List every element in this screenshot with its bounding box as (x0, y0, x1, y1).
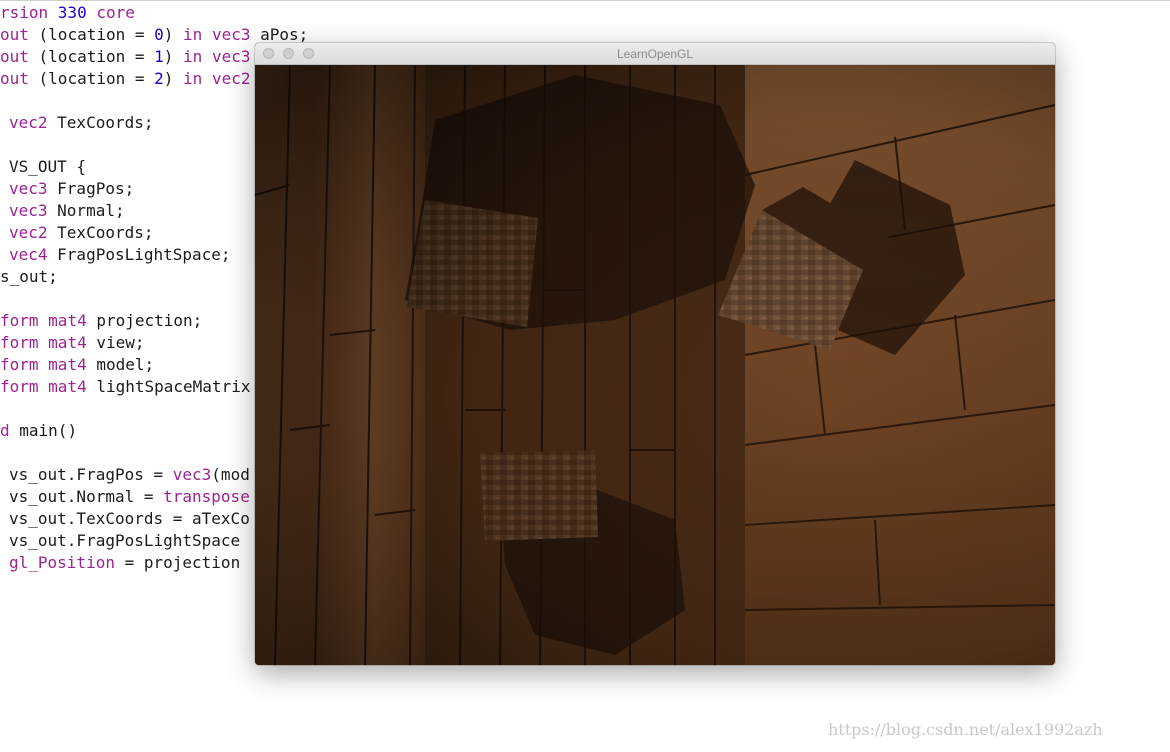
code-token: Normal; (47, 201, 125, 220)
code-token: mat4 (48, 311, 87, 330)
code-token: in (183, 69, 203, 88)
code-token: (location = (28, 69, 155, 88)
code-token: TexCoords; (47, 113, 154, 132)
code-token: out (0, 47, 29, 66)
code-token: vec3 (9, 201, 48, 220)
code-token: vs_out.Normal = (9, 487, 164, 506)
code-token: vs_out.FragPosLightSpace (9, 531, 241, 550)
code-token: form (0, 333, 39, 352)
code-token: 330 (57, 3, 87, 22)
code-token: form (0, 377, 39, 396)
code-token: vs_out.FragPos = (9, 465, 173, 484)
code-token: mat4 (48, 355, 87, 374)
code-token: = projection (114, 553, 241, 572)
code-token: mat4 (48, 333, 87, 352)
code-token: projection; (86, 311, 203, 330)
code-token: (location = (28, 47, 155, 66)
code-token: mat4 (48, 377, 87, 396)
code-token: model; (86, 355, 155, 374)
code-token: form (0, 311, 39, 330)
code-token: vec2 (9, 113, 48, 132)
code-token: FragPosLightSpace; (47, 245, 231, 264)
code-token: (mod (211, 465, 250, 484)
code-token: vec3 (211, 47, 251, 66)
shadow-mapping-scene (255, 65, 1055, 665)
code-token: aPos; (250, 25, 309, 44)
code-token: 1 (154, 47, 164, 66)
code-token: out (0, 25, 29, 44)
code-token: vs_out.TexCoords = aTexCo (9, 509, 250, 528)
code-token: core (86, 3, 135, 22)
code-token: main() (9, 421, 78, 440)
code-token: VS_OUT { (9, 157, 87, 176)
code-token: (location = (28, 25, 155, 44)
code-token: vec3 (172, 465, 212, 484)
code-token: form (0, 355, 39, 374)
learnopengl-window[interactable]: LearnOpenGL (255, 43, 1055, 665)
code-token: transpose (163, 487, 250, 506)
code-token: 0 (154, 25, 164, 44)
code-token: d (0, 421, 10, 440)
code-token: TexCoords; (47, 223, 154, 242)
code-token: in (183, 47, 203, 66)
code-token: vec3 (211, 25, 251, 44)
editor-border (0, 0, 1170, 1)
csdn-watermark: https://blog.csdn.net/alex1992azh (828, 720, 1103, 739)
code-token: out (0, 69, 29, 88)
opengl-render-viewport[interactable] (255, 65, 1055, 665)
code-token: lightSpaceMatrix (86, 377, 251, 396)
code-line[interactable]: rsion 330 core (0, 2, 308, 24)
code-token: ) (163, 47, 184, 66)
code-token: vec3 (9, 179, 48, 198)
code-token: view; (86, 333, 145, 352)
code-token: vec2 (9, 223, 48, 242)
code-token: in (183, 25, 203, 44)
code-token: vec4 (9, 245, 48, 264)
window-title: LearnOpenGL (616, 47, 694, 61)
code-token: gl_Position (9, 553, 115, 572)
code-token: ) (163, 25, 184, 44)
code-token: rsion (0, 3, 58, 22)
code-token: 2 (154, 69, 164, 88)
code-token: vec2 (211, 69, 251, 88)
window-titlebar[interactable]: LearnOpenGL (255, 43, 1055, 65)
lighting-falloff-overlay (255, 65, 1055, 665)
code-token: s_out; (0, 267, 58, 286)
code-token: ) (163, 69, 184, 88)
code-token: FragPos; (47, 179, 135, 198)
